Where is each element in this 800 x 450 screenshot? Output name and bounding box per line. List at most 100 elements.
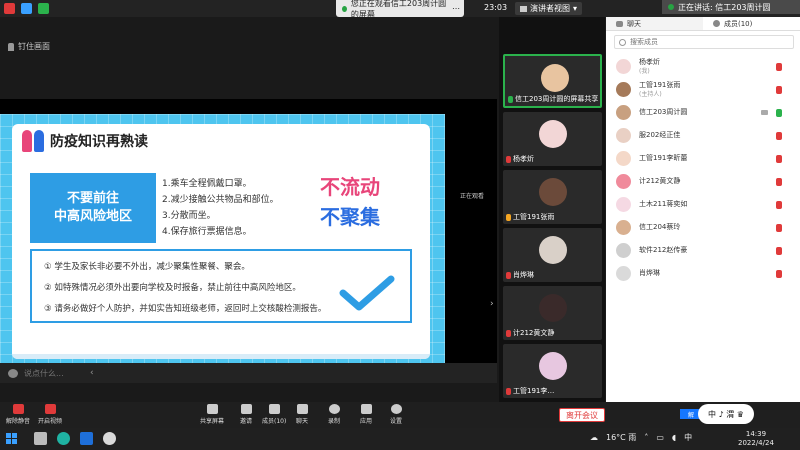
member-row[interactable]: 肖烨琳 xyxy=(606,262,800,285)
system-clock[interactable]: 14:39 2022/4/24 xyxy=(738,430,774,448)
member-search-input[interactable] xyxy=(630,38,780,46)
unmute-button[interactable]: 解除静音 xyxy=(6,404,30,425)
video-gallery-column[interactable]: 信工203周计圆的屏幕共享 杨孝炘 工管191张雨 肖烨琳 计212黄文静 工管… xyxy=(499,17,605,402)
mic-muted-icon[interactable] xyxy=(776,247,782,255)
member-name: 土木211蒋奕如 xyxy=(639,200,688,208)
mic-muted-icon xyxy=(506,155,511,163)
tip-item: 3.分散而坐。 xyxy=(162,211,216,221)
mic-muted-icon[interactable] xyxy=(776,178,782,186)
mic-muted-icon xyxy=(506,387,511,395)
presentation-slide: 防疫知识再熟读 不要前往 中高风险地区 1.乘车全程佩戴口罩。 2.减少接触公共… xyxy=(0,114,445,364)
mic-muted-icon[interactable] xyxy=(776,224,782,232)
mic-muted-icon[interactable] xyxy=(776,63,782,71)
video-tile[interactable]: 工管191李… xyxy=(503,344,602,398)
shared-screen-frame: 防疫知识再熟读 不要前往 中高风险地区 1.乘车全程佩戴口罩。 2.减少接触公共… xyxy=(0,99,497,364)
signal-icon[interactable] xyxy=(38,3,49,14)
sharing-dot-icon xyxy=(342,5,347,12)
member-row[interactable]: 软件212赵传豪 xyxy=(606,239,800,262)
no-travel-box: 不要前往 中高风险地区 xyxy=(30,173,156,243)
more-dots-icon[interactable]: ⋯ xyxy=(452,4,464,13)
mic-muted-icon[interactable] xyxy=(776,132,782,140)
mic-active-icon[interactable] xyxy=(776,109,782,117)
windows-start-icon[interactable] xyxy=(6,433,17,444)
record-button[interactable]: 录制 xyxy=(328,404,340,425)
mic-muted-icon[interactable] xyxy=(776,155,782,163)
member-role: (主持人) xyxy=(639,90,662,98)
panel-tabs: 聊天 成员(10) xyxy=(606,17,800,31)
member-name: 杨孝炘 xyxy=(639,57,660,66)
record-icon xyxy=(328,404,340,414)
quick-chat-bar[interactable]: ‹ xyxy=(0,363,497,383)
leave-meeting-button[interactable]: 离开会议 xyxy=(559,408,605,422)
shared-screen-area: 钉住画面 防疫知识再熟读 不要前往 中高风险地区 1.乘车全程佩戴口罩。 2.减… xyxy=(0,17,497,402)
tile-name: 工管191张雨 xyxy=(506,212,554,222)
share-screen-icon xyxy=(206,404,218,414)
member-name: 肖烨琳 xyxy=(639,269,660,277)
quick-chat-input[interactable] xyxy=(24,368,84,378)
member-row[interactable]: 土木211蒋奕如 xyxy=(606,193,800,216)
member-row[interactable]: 工管191张雨 (主持人) xyxy=(606,78,800,101)
file-explorer-icon[interactable] xyxy=(34,432,47,445)
mic-muted-icon[interactable] xyxy=(776,86,782,94)
members-panel: 聊天 成员(10) 杨孝炘(我) 工管191张雨(主持人) 信工203周计圆 xyxy=(606,17,800,402)
network-icon[interactable]: ▭ xyxy=(656,433,664,442)
tab-chat[interactable]: 聊天 xyxy=(606,17,703,30)
apps-button[interactable]: 应用 xyxy=(360,404,372,425)
checkmark-icon xyxy=(339,275,395,311)
member-role: (我) xyxy=(639,67,650,75)
chevron-left-icon[interactable]: ‹ xyxy=(90,368,94,378)
member-search[interactable] xyxy=(614,35,794,49)
chevron-up-icon[interactable]: ˄ xyxy=(644,433,648,442)
volume-icon[interactable]: ◖ xyxy=(672,433,676,442)
members-button[interactable]: 成员(10) xyxy=(262,404,286,425)
member-row[interactable]: 工管191李昕蕾 xyxy=(606,147,800,170)
chevron-down-icon: ▾ xyxy=(573,4,578,13)
slogan-line2: 不聚集 xyxy=(320,205,380,229)
pin-view-button[interactable]: 钉住画面 xyxy=(8,41,50,52)
mic-muted-icon[interactable] xyxy=(776,270,782,278)
share-screen-button[interactable]: 共享屏幕 xyxy=(200,404,224,425)
member-row[interactable]: 信工204蔡玲 xyxy=(606,216,800,239)
viewing-screen-banner[interactable]: 您正在观看信工203周计圆的屏幕 ⋯ xyxy=(336,0,464,19)
video-tile[interactable]: 肖烨琳 xyxy=(503,228,602,282)
top-bar-icons xyxy=(4,3,49,14)
member-row[interactable]: 信工203周计圆 xyxy=(606,101,800,124)
tile-name: 计212黄文静 xyxy=(506,328,554,338)
speaking-indicator: 正在讲话: 信工203周计圆 xyxy=(662,0,800,14)
start-video-button[interactable]: 开启视频 xyxy=(38,404,62,425)
meeting-app-icon[interactable] xyxy=(80,432,93,445)
camera-off-icon xyxy=(44,404,56,414)
chevron-right-icon[interactable]: › xyxy=(490,299,494,309)
video-tile[interactable]: 信工203周计圆的屏幕共享 xyxy=(503,54,602,108)
member-row[interactable]: 杨孝炘 (我) xyxy=(606,55,800,78)
member-row[interactable]: 服202经正佳 xyxy=(606,124,800,147)
weather-icon: ☁ xyxy=(590,433,598,442)
notice-item: ③ 请务必做好个人防护，并如实告知班级老师，返回时上交核酸检测报告。 xyxy=(44,304,327,314)
weather-text[interactable]: 16°C 雨 xyxy=(606,432,636,443)
video-tile[interactable]: 工管191张雨 xyxy=(503,170,602,224)
video-tile[interactable]: 计212黄文静 xyxy=(503,286,602,340)
view-mode-button[interactable]: 演讲者视图 ▾ xyxy=(515,2,583,15)
invite-button[interactable]: 邀请 xyxy=(240,404,252,425)
member-name: 服202经正佳 xyxy=(639,131,681,139)
member-name: 计212黄文静 xyxy=(639,177,681,185)
no-travel-line1: 不要前往 xyxy=(66,191,119,206)
member-row[interactable]: 计212黄文静 xyxy=(606,170,800,193)
app-icon[interactable] xyxy=(103,432,116,445)
info-icon[interactable] xyxy=(4,3,15,14)
mic-muted-icon xyxy=(506,271,511,279)
settings-button[interactable]: 设置 xyxy=(390,404,402,425)
shield-icon[interactable] xyxy=(21,3,32,14)
notice-list: ① 学生及家长非必要不外出，减少聚集性聚餐、聚会。 ② 如特殊情况必须外出要向学… xyxy=(44,257,326,320)
avatar xyxy=(539,294,567,322)
mic-muted-icon[interactable] xyxy=(776,201,782,209)
video-tile[interactable]: 杨孝炘 xyxy=(503,112,602,166)
speaking-mic-icon xyxy=(668,4,674,10)
member-name: 信工204蔡玲 xyxy=(639,223,681,231)
ime-indicator[interactable]: 中 xyxy=(684,432,692,443)
tab-members[interactable]: 成员(10) xyxy=(703,17,800,30)
member-name: 工管191张雨 xyxy=(639,80,681,89)
avatar xyxy=(616,82,631,97)
edge-browser-icon[interactable] xyxy=(57,432,70,445)
chat-button[interactable]: 聊天 xyxy=(296,404,308,425)
